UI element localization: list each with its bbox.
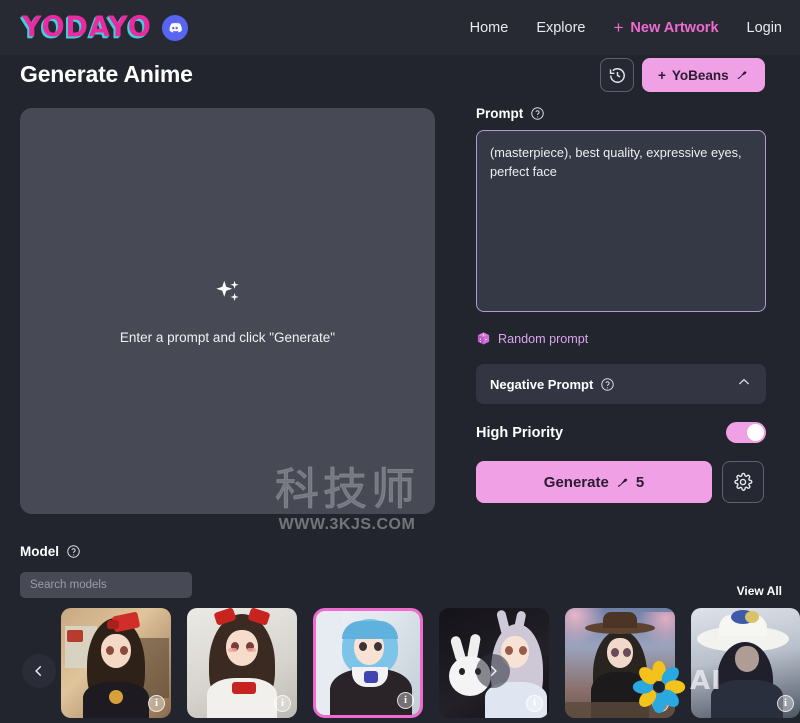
preview-placeholder-text: Enter a prompt and click "Generate" [119,330,336,345]
dice-icon [476,331,491,346]
model-card[interactable]: i [565,608,675,718]
prompt-label: Prompt [476,106,524,121]
chevron-up-icon[interactable] [736,374,752,395]
high-priority-row: High Priority [476,422,766,443]
history-button[interactable] [600,58,634,92]
logo[interactable]: YODAYO [22,11,188,44]
generate-button[interactable]: Generate 5 [476,461,712,503]
model-info-badge[interactable]: i [274,695,291,712]
question-circle-icon[interactable] [66,544,81,559]
nav-label: New Artwork [630,19,719,36]
plus-icon: + [658,67,666,83]
random-prompt-button[interactable]: Random prompt [476,331,766,346]
negative-prompt-accordion[interactable]: Negative Prompt [476,364,766,404]
bean-icon [735,68,749,82]
nav-item-home[interactable]: Home [470,20,509,36]
model-card-selected[interactable]: i [313,608,423,718]
model-info-badge[interactable]: i [777,695,794,712]
nav-item-explore[interactable]: Explore [536,20,585,36]
model-card[interactable]: i [61,608,171,718]
main-nav: Home Explore + New Artwork Login [470,0,782,55]
generate-cost: 5 [635,473,645,491]
site-header: YODAYO Home Explore + New Artwork Login [0,0,800,55]
nav-item-login[interactable]: Login [747,20,782,36]
history-clock-icon [609,67,625,83]
generate-label: Generate [543,473,609,491]
discord-glyph [169,22,182,32]
model-info-badge[interactable]: i [652,695,669,712]
nav-item-new-artwork[interactable]: + New Artwork [613,19,718,36]
chevron-left-icon [35,665,42,677]
negative-prompt-label: Negative Prompt [490,376,594,392]
model-info-badge[interactable]: i [397,692,414,709]
model-label: Model [20,544,59,559]
random-prompt-label: Random prompt [498,331,589,346]
nav-label: Home [469,19,509,36]
prompt-input[interactable] [476,130,766,312]
model-info-badge[interactable]: i [526,695,543,712]
model-carousel: i i i i i i [0,608,800,723]
generate-row: Generate 5 [476,461,766,503]
toggle-knob [747,424,764,441]
model-card[interactable]: i [691,608,800,718]
model-card[interactable]: i [187,608,297,718]
model-label-row: Model [20,544,81,559]
page-root: YODAYO Home Explore + New Artwork Login [0,0,800,723]
sparkles-icon [213,277,243,312]
carousel-next-button[interactable] [476,654,510,688]
high-priority-label: High Priority [476,424,564,441]
model-info-badge[interactable]: i [148,695,165,712]
gear-icon [734,472,753,491]
search-models-input[interactable] [20,572,192,598]
nav-label: Explore [536,19,586,36]
settings-button[interactable] [722,461,764,503]
carousel-prev-button[interactable] [22,654,56,688]
generation-controls: Prompt Random prompt [476,106,766,503]
plus-icon: + [613,18,624,37]
view-all-link[interactable]: View All [737,584,782,598]
logo-text: YODAYO [22,11,152,44]
question-circle-icon[interactable] [530,106,545,121]
image-preview-panel: Enter a prompt and click "Generate" [20,108,435,514]
yobeans-button[interactable]: + YoBeans [642,58,765,92]
bean-icon [615,475,630,490]
discord-icon[interactable] [161,14,188,41]
negative-prompt-label-row: Negative Prompt [490,377,615,392]
chevron-right-icon [490,665,497,677]
question-circle-icon[interactable] [600,377,615,392]
yobeans-label: YoBeans [671,67,729,83]
page-header-row: Generate Anime + YoBeans [0,58,800,103]
page-title: Generate Anime [20,61,193,87]
watermark-url-text: WWW.3KJS.COM [278,516,416,533]
high-priority-toggle[interactable] [726,422,766,443]
nav-label: Login [746,19,782,36]
prompt-label-row: Prompt [476,106,766,121]
